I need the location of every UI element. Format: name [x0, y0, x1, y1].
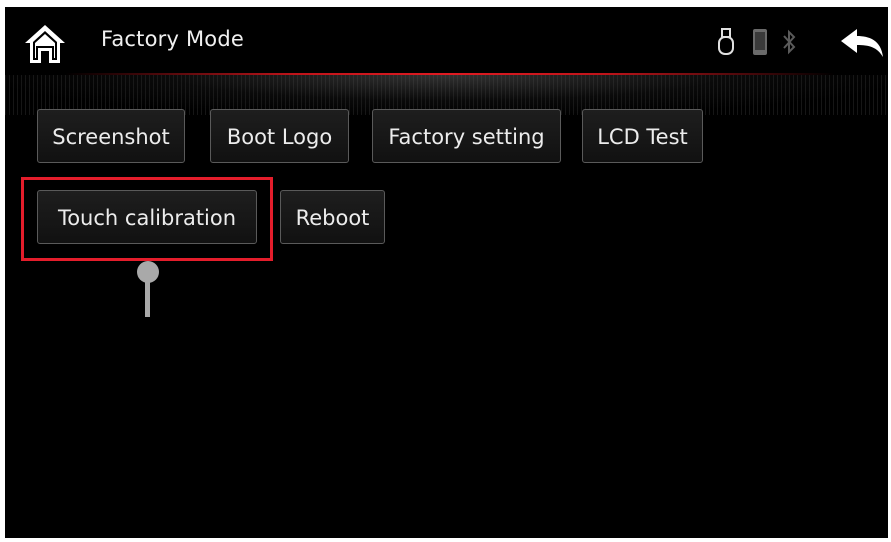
bluetooth-icon	[783, 29, 796, 55]
screenshot-button[interactable]: Screenshot	[37, 109, 185, 163]
usb-icon	[718, 28, 734, 55]
home-icon[interactable]	[23, 23, 67, 65]
callout-pointer-line	[145, 279, 150, 317]
page-title: Factory Mode	[101, 27, 245, 51]
factory-mode-screen: Factory Mode Screenshot Boot Logo Factor…	[5, 7, 888, 538]
back-arrow-icon[interactable]	[839, 27, 885, 61]
lcd-test-button[interactable]: LCD Test	[582, 109, 703, 163]
top-bar: Factory Mode	[5, 7, 888, 77]
factory-setting-button[interactable]: Factory setting	[372, 109, 561, 163]
phone-icon	[753, 29, 767, 55]
boot-logo-button[interactable]: Boot Logo	[210, 109, 349, 163]
reboot-button[interactable]: Reboot	[280, 190, 385, 244]
highlight-box	[21, 177, 273, 261]
